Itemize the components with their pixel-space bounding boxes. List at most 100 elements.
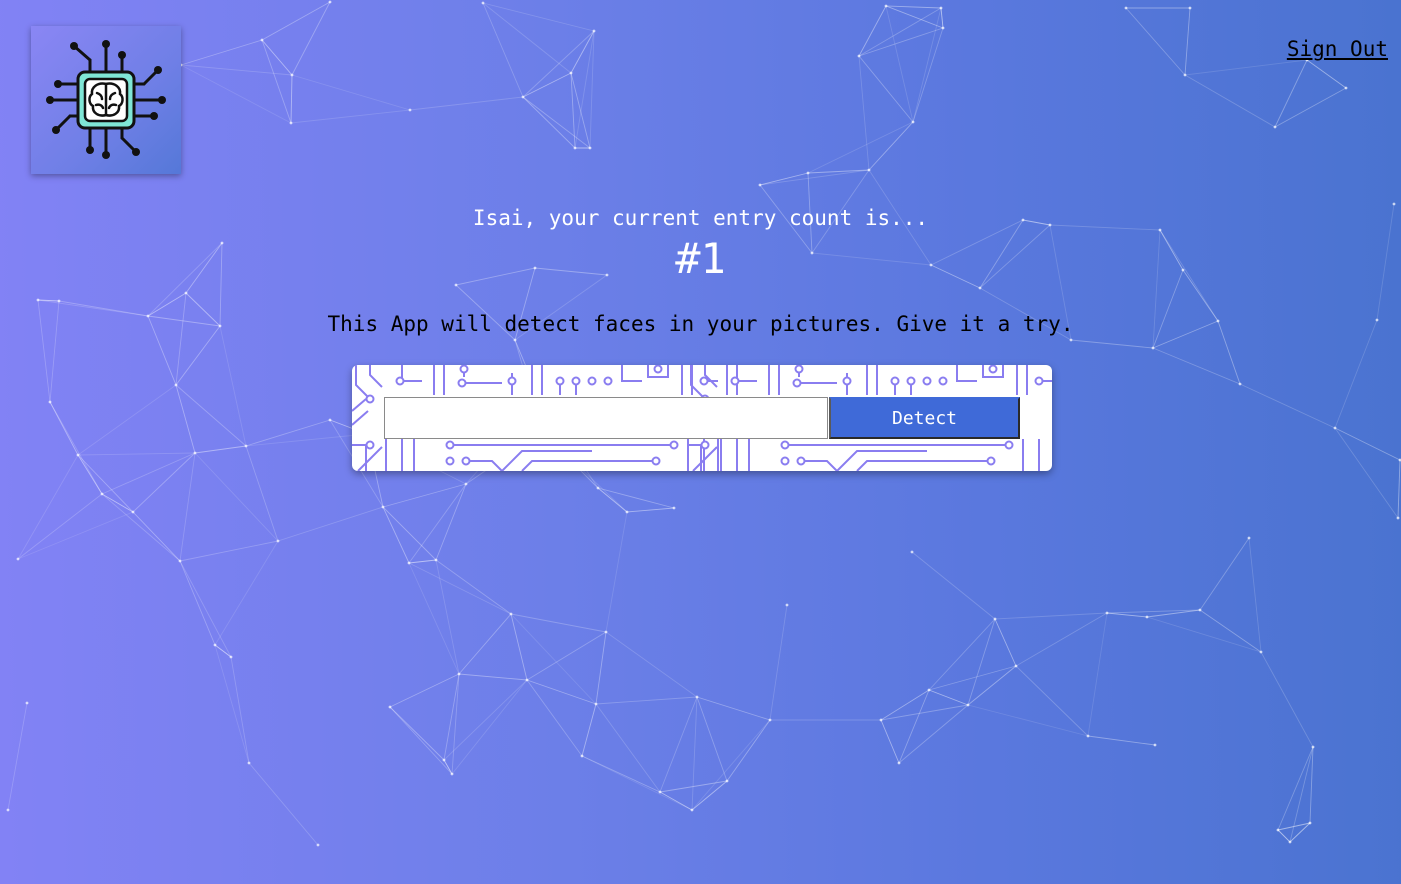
- network-line: [451, 679, 528, 775]
- network-line: [858, 27, 944, 57]
- network-node: [481, 1, 485, 5]
- network-node: [174, 383, 178, 387]
- circuit-pad: [792, 378, 802, 388]
- network-line: [522, 96, 576, 149]
- network-node: [521, 95, 525, 99]
- network-line: [17, 511, 134, 560]
- network-node: [454, 283, 458, 287]
- network-node: [457, 672, 461, 676]
- network-line: [17, 454, 79, 560]
- circuit-pad: [700, 440, 710, 450]
- network-line: [245, 419, 331, 447]
- network-line: [291, 74, 411, 111]
- network-node: [328, 0, 332, 4]
- network-node: [407, 561, 411, 565]
- network-line: [1239, 383, 1336, 429]
- network-line: [759, 172, 809, 186]
- entry-count-message: Isai, your current entry count is...: [472, 206, 929, 230]
- network-node: [690, 808, 694, 812]
- network-node: [785, 603, 789, 607]
- network-line: [180, 64, 292, 124]
- network-line: [409, 96, 524, 111]
- network-line: [77, 384, 177, 456]
- circuit-pad: [906, 376, 916, 386]
- network-line: [1184, 74, 1276, 128]
- network-line: [180, 64, 293, 76]
- network-line: [77, 452, 196, 456]
- network-line: [49, 401, 103, 495]
- circuit-trace: [355, 365, 371, 400]
- network-line: [1199, 609, 1262, 653]
- detect-button[interactable]: Detect: [829, 397, 1020, 439]
- network-node: [604, 630, 608, 634]
- sign-out-link[interactable]: Sign Out: [1287, 37, 1388, 61]
- network-line: [659, 791, 693, 811]
- circuit-trace: [856, 460, 989, 471]
- network-node: [1069, 338, 1073, 342]
- logo[interactable]: [31, 26, 181, 174]
- network-line: [451, 673, 460, 775]
- network-node: [672, 506, 676, 510]
- network-line: [175, 384, 247, 447]
- network-line: [769, 604, 788, 721]
- network-line: [101, 493, 134, 513]
- network-line: [1334, 427, 1401, 461]
- network-node: [573, 146, 577, 150]
- circuit-trace: [956, 365, 977, 382]
- circuit-pad: [842, 376, 852, 386]
- image-url-form: Detect: [352, 365, 1052, 471]
- network-line: [37, 299, 60, 302]
- circuit-trace: [621, 365, 642, 382]
- circuit-pad: [603, 376, 613, 386]
- image-url-input[interactable]: [384, 397, 828, 439]
- network-line: [605, 631, 698, 698]
- network-line: [1106, 609, 1201, 614]
- circuit-pad: [780, 440, 790, 450]
- network-node: [76, 453, 80, 457]
- network-line: [245, 445, 279, 542]
- network-line: [482, 2, 595, 32]
- network-line: [898, 704, 969, 764]
- circuit-trace: [736, 365, 757, 382]
- network-line: [1309, 746, 1314, 824]
- network-node: [695, 695, 699, 699]
- network-line: [885, 5, 942, 9]
- network-line: [1289, 822, 1311, 843]
- network-node: [884, 4, 888, 8]
- network-line: [967, 665, 1017, 706]
- network-line: [1334, 427, 1399, 519]
- network-node: [592, 29, 596, 33]
- circuit-pad: [794, 365, 804, 374]
- circuit-pad: [457, 378, 467, 388]
- network-node: [1259, 650, 1263, 654]
- network-node: [513, 338, 517, 342]
- network-node: [625, 510, 629, 514]
- network-line: [911, 551, 996, 620]
- circuit-trace: [401, 365, 422, 382]
- network-line: [77, 454, 134, 513]
- network-line: [219, 325, 247, 447]
- network-line: [597, 487, 675, 509]
- network-node: [316, 843, 320, 847]
- network-line: [101, 493, 181, 562]
- network-node: [100, 492, 104, 496]
- network-node: [1273, 125, 1277, 129]
- network-line: [389, 673, 460, 708]
- network-line: [194, 452, 279, 542]
- network-line: [1277, 822, 1311, 831]
- network-line: [175, 292, 187, 386]
- network-node: [911, 120, 915, 124]
- network-node: [588, 146, 592, 150]
- network-node: [16, 557, 20, 561]
- network-line: [967, 618, 996, 706]
- network-line: [885, 5, 944, 29]
- network-node: [1086, 734, 1090, 738]
- network-node: [897, 761, 901, 765]
- network-line: [214, 644, 250, 764]
- network-node: [1396, 516, 1400, 520]
- network-line: [581, 755, 693, 811]
- network-line: [1334, 319, 1378, 429]
- network-node: [290, 73, 294, 77]
- circuit-pad: [922, 376, 932, 386]
- network-line: [101, 452, 196, 495]
